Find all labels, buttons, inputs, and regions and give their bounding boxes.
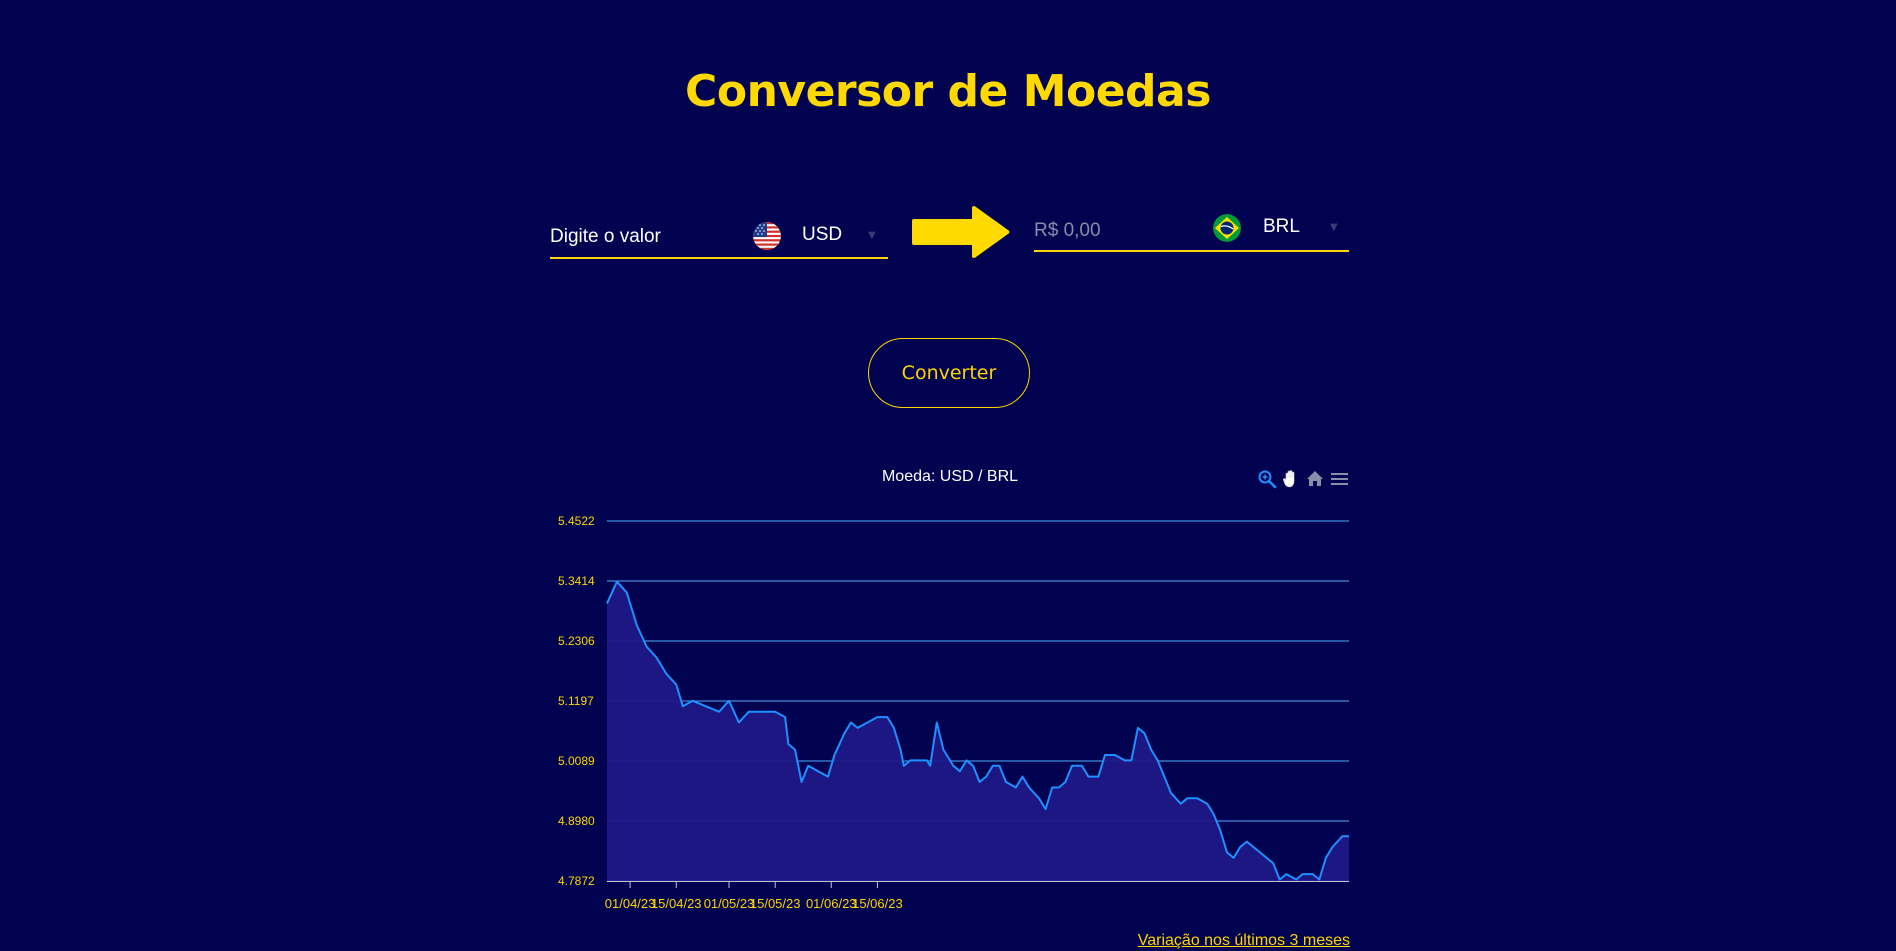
area-fill	[607, 581, 1349, 881]
x-tick-label: 15/04/23	[651, 896, 702, 911]
converter-page: Conversor de Moedas Digite o valor USD ▼…	[0, 0, 1896, 951]
x-tick-label: 15/05/23	[750, 896, 801, 911]
y-tick-label: 5.3414	[558, 574, 595, 588]
y-tick-label: 5.1197	[558, 694, 594, 708]
y-tick-label: 5.2306	[558, 634, 595, 648]
x-tick-label: 01/06/23	[806, 896, 857, 911]
variation-link[interactable]: Variação nos últimos 3 meses	[1100, 932, 1350, 950]
usd-brl-chart: 5.4522 5.3414 5.2306 5.1197 5.0089 4.8980 4.78…	[558, 514, 1349, 911]
y-tick-label: 4.8980	[558, 814, 595, 828]
y-tick-label: 5.4522	[558, 514, 595, 528]
x-tick-label: 01/04/23	[605, 896, 656, 911]
x-tick-label: 01/05/23	[704, 896, 755, 911]
x-tick-label: 15/06/23	[852, 896, 903, 911]
y-tick-label: 4.7872	[558, 874, 595, 888]
y-tick-label: 5.0089	[558, 754, 595, 768]
